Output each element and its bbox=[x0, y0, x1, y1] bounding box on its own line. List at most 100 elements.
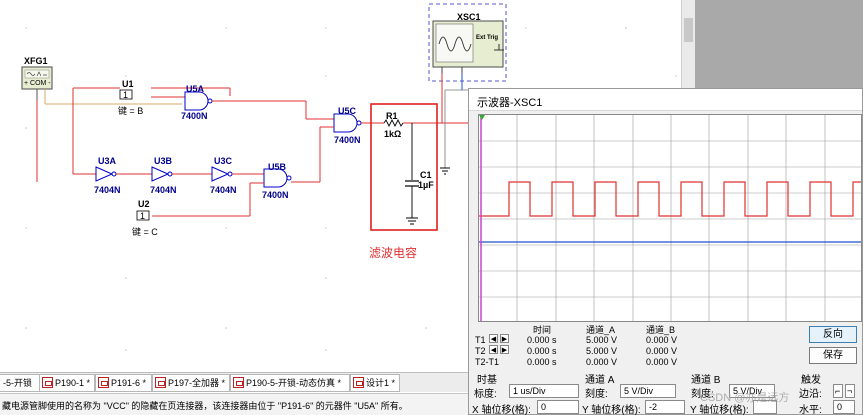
u2-key: 键 = C bbox=[132, 227, 158, 237]
trigger-falling-edge-button[interactable]: ¬ bbox=[845, 384, 855, 398]
document-tab-bar: -5-开锁 P190-1 * P191-6 * P197-全加器 * P190-… bbox=[0, 372, 468, 392]
u3a-gate bbox=[95, 166, 114, 182]
schematic-icon bbox=[353, 377, 364, 388]
tab-0[interactable]: -5-开锁 bbox=[0, 374, 40, 392]
tab-2[interactable]: P191-6 * bbox=[95, 374, 152, 392]
t1-ch-a: 5.000 V bbox=[586, 335, 618, 345]
u3a-type: 7404N bbox=[94, 185, 121, 195]
tab-0-label: -5-开锁 bbox=[3, 378, 32, 388]
u3b-gate bbox=[151, 166, 170, 182]
tab-1[interactable]: P190-1 * bbox=[39, 374, 95, 392]
t2-t1-time: 0.000 s bbox=[527, 357, 557, 367]
status-bar: 藏电源管脚使用的名称为 "VCC" 的隐藏在页连接器，该连接器由位于 "P191… bbox=[0, 393, 468, 415]
t2-left-arrow[interactable]: ◀ bbox=[489, 345, 498, 354]
xsc1-label: XSC1 bbox=[457, 12, 481, 22]
xfg1-label: XFG1 bbox=[24, 56, 48, 66]
u3b-label: U3B bbox=[154, 156, 173, 166]
t2-time: 0.000 s bbox=[527, 346, 557, 356]
u3c-gate bbox=[211, 166, 230, 182]
u5a-type: 7400N bbox=[181, 111, 208, 121]
oscilloscope-window[interactable]: 示波器-XSC1 时间 通道_A 通道_B T1 ◀ ▶ 0.000 s 5.0… bbox=[468, 88, 863, 415]
oscilloscope-traces bbox=[479, 115, 861, 321]
xfg1-pins: + COM - bbox=[24, 80, 51, 87]
t2-ch-b: 0.000 V bbox=[646, 346, 678, 356]
t2-t1-label: T2-T1 bbox=[475, 357, 500, 367]
u1-value[interactable]: 1 bbox=[123, 90, 128, 100]
u3c-label: U3C bbox=[214, 156, 233, 166]
cursor-readouts: 时间 通道_A 通道_B T1 ◀ ▶ 0.000 s 5.000 V 0.00… bbox=[469, 321, 863, 369]
channel-a-scale-label: 刻度: bbox=[585, 389, 608, 400]
u5b-type: 7400N bbox=[262, 190, 289, 200]
trigger-rising-edge-button[interactable]: ⌐ bbox=[833, 384, 843, 398]
tab-3-label: P197-全加器 * bbox=[168, 378, 226, 388]
schematic-icon bbox=[98, 377, 109, 388]
tab-4[interactable]: P190-5-开锁-动态仿真 * bbox=[230, 374, 350, 392]
x-position-field[interactable]: 0 bbox=[537, 400, 579, 414]
watermark-text: CSDN @亦是远方 bbox=[700, 392, 790, 404]
r1-label: R1 bbox=[386, 111, 398, 121]
u3c-type: 7404N bbox=[210, 185, 237, 195]
timebase-header: 时基 bbox=[477, 375, 497, 386]
channel-a-trace bbox=[479, 181, 861, 217]
schematic-icon bbox=[155, 377, 166, 388]
channel-a-header: 通道 A bbox=[585, 375, 615, 386]
filter-capacitor-annotation: 滤波电容 bbox=[369, 246, 418, 260]
t1-time: 0.000 s bbox=[527, 335, 557, 345]
u1-key: 键 = B bbox=[118, 106, 144, 116]
trigger-header: 触发 bbox=[801, 375, 821, 386]
c1-value: 1µF bbox=[418, 180, 434, 190]
u5a-label: U5A bbox=[186, 84, 205, 94]
t1-left-arrow[interactable]: ◀ bbox=[489, 334, 498, 343]
t2-label: T2 bbox=[475, 346, 486, 356]
c1-label: C1 bbox=[420, 170, 432, 180]
trigger-level-field[interactable]: 0 bbox=[833, 400, 855, 414]
u5a-gate bbox=[184, 91, 209, 111]
t2-t1-ch-a: 0.000 V bbox=[586, 357, 618, 367]
oscilloscope-screen[interactable] bbox=[478, 114, 862, 322]
scope-controls: 时基 标度: 1 us/Div X 轴位移(格): 0 通道 A 刻度: 5 V… bbox=[469, 370, 863, 415]
tab-1-label: P190-1 * bbox=[55, 378, 91, 388]
schematic-icon bbox=[42, 377, 53, 388]
trigger-edge-label: 边沿: bbox=[799, 389, 822, 400]
schematic-icon bbox=[233, 377, 244, 388]
trigger-level-label: 水平: bbox=[799, 405, 822, 415]
timebase-scale-field[interactable]: 1 us/Div bbox=[509, 384, 579, 398]
u2-value[interactable]: 1 bbox=[140, 211, 145, 221]
t1-right-arrow[interactable]: ▶ bbox=[500, 334, 509, 343]
cursor-marker bbox=[479, 115, 485, 120]
scrollbar-thumb[interactable] bbox=[684, 18, 693, 42]
reverse-button[interactable]: 反向 bbox=[809, 326, 857, 343]
u5c-label: U5C bbox=[338, 106, 357, 116]
t2-t1-ch-b: 0.000 V bbox=[646, 357, 678, 367]
u5b-label: U5B bbox=[268, 162, 287, 172]
channel-a-waveform bbox=[479, 181, 861, 217]
t2-ch-a: 5.000 V bbox=[586, 346, 618, 356]
channel-a-ypos-field[interactable]: -2 bbox=[645, 400, 685, 414]
tab-2-label: P191-6 * bbox=[111, 378, 147, 388]
timebase-scale-label: 标度: bbox=[474, 389, 497, 400]
oscilloscope-title: 示波器-XSC1 bbox=[477, 97, 543, 109]
u5c-type: 7400N bbox=[334, 135, 361, 145]
channel-a-scale-field[interactable]: 5 V/Div bbox=[620, 384, 676, 398]
t1-ch-b: 0.000 V bbox=[646, 335, 678, 345]
t2-right-arrow[interactable]: ▶ bbox=[500, 345, 509, 354]
u3a-label: U3A bbox=[98, 156, 117, 166]
save-button[interactable]: 保存 bbox=[809, 347, 857, 364]
oscilloscope-titlebar[interactable]: 示波器-XSC1 bbox=[469, 89, 862, 111]
t1-label: T1 bbox=[475, 335, 486, 345]
tab-3[interactable]: P197-全加器 * bbox=[152, 374, 230, 392]
xsc1-ext-trig: Ext Trig bbox=[476, 35, 499, 41]
tab-5[interactable]: 设计1 * bbox=[350, 374, 400, 392]
x-position-label: X 轴位移(格): bbox=[472, 405, 531, 415]
channel-a-ypos-label: Y 轴位移(格): bbox=[582, 405, 641, 415]
tab-4-label: P190-5-开锁-动态仿真 * bbox=[246, 378, 342, 388]
u1-label: U1 bbox=[122, 79, 134, 89]
u3b-type: 7404N bbox=[150, 185, 177, 195]
u5c-gate bbox=[333, 113, 358, 133]
status-text: 藏电源管脚使用的名称为 "VCC" 的隐藏在页连接器，该连接器由位于 "P191… bbox=[2, 401, 408, 411]
r1-value: 1kΩ bbox=[384, 129, 402, 139]
u2-label: U2 bbox=[138, 199, 150, 209]
tab-5-label: 设计1 * bbox=[366, 378, 396, 388]
xsc1-body bbox=[432, 20, 504, 68]
channel-b-header: 通道 B bbox=[691, 375, 721, 386]
